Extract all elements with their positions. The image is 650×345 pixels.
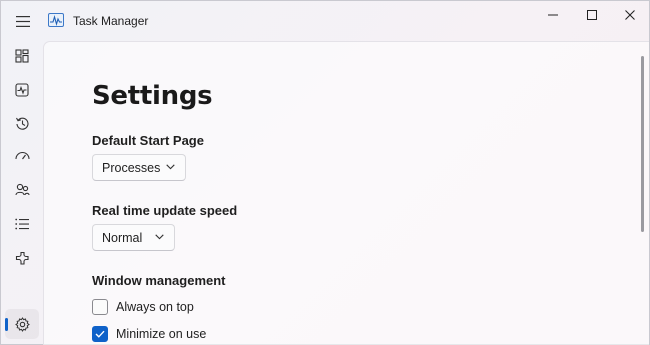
default-start-page-value: Processes: [102, 160, 161, 175]
nav-item-settings[interactable]: [5, 309, 39, 339]
users-icon: [14, 183, 30, 196]
navigation-sidebar: [1, 41, 43, 345]
update-speed-label: Real time update speed: [92, 203, 238, 218]
default-start-page-label: Default Start Page: [92, 133, 204, 148]
always-on-top-checkbox[interactable]: [92, 299, 108, 315]
settings-icon: [14, 316, 30, 332]
app-history-icon: [15, 117, 29, 130]
details-icon: [15, 218, 29, 230]
nav-item-processes[interactable]: [5, 41, 39, 71]
task-manager-window: Task Manager Settings Default Start Page…: [0, 0, 650, 345]
active-indicator: [5, 318, 8, 331]
task-manager-app-icon: [48, 13, 64, 27]
minimize-icon: [548, 14, 558, 16]
update-speed-value: Normal: [102, 230, 143, 245]
maximize-icon: [587, 10, 597, 20]
chevron-down-icon: [155, 234, 164, 240]
checkmark-icon: [95, 330, 105, 338]
default-start-page-dropdown[interactable]: Processes: [92, 154, 186, 181]
hamburger-menu-button[interactable]: [9, 9, 37, 33]
title-bar: Task Manager: [1, 1, 649, 41]
close-icon: [625, 10, 635, 20]
chevron-down-icon: [166, 164, 175, 170]
window-title: Task Manager: [73, 14, 149, 28]
settings-panel: Settings Default Start Page Processes Re…: [43, 41, 649, 345]
performance-icon: [15, 83, 29, 97]
services-icon: [15, 251, 29, 265]
minimize-on-use-checkbox[interactable]: [92, 326, 108, 342]
nav-item-performance[interactable]: [5, 75, 39, 105]
maximize-button[interactable]: [571, 1, 613, 29]
nav-item-services[interactable]: [5, 243, 39, 273]
startup-apps-icon: [14, 151, 30, 160]
update-speed-dropdown[interactable]: Normal: [92, 224, 175, 251]
nav-item-app-history[interactable]: [5, 108, 39, 138]
always-on-top-label: Always on top: [116, 300, 194, 314]
page-title: Settings: [92, 81, 213, 111]
window-management-label: Window management: [92, 273, 226, 288]
close-button[interactable]: [609, 1, 650, 29]
minimize-on-use-option[interactable]: Minimize on use: [92, 324, 206, 344]
nav-item-startup-apps[interactable]: [5, 142, 39, 172]
nav-item-users[interactable]: [5, 175, 39, 205]
vertical-scrollbar[interactable]: [641, 56, 644, 232]
hamburger-icon: [16, 15, 30, 27]
nav-item-details[interactable]: [5, 209, 39, 239]
always-on-top-option[interactable]: Always on top: [92, 297, 194, 317]
minimize-button[interactable]: [532, 1, 574, 29]
processes-icon: [15, 49, 29, 63]
minimize-on-use-label: Minimize on use: [116, 327, 207, 341]
